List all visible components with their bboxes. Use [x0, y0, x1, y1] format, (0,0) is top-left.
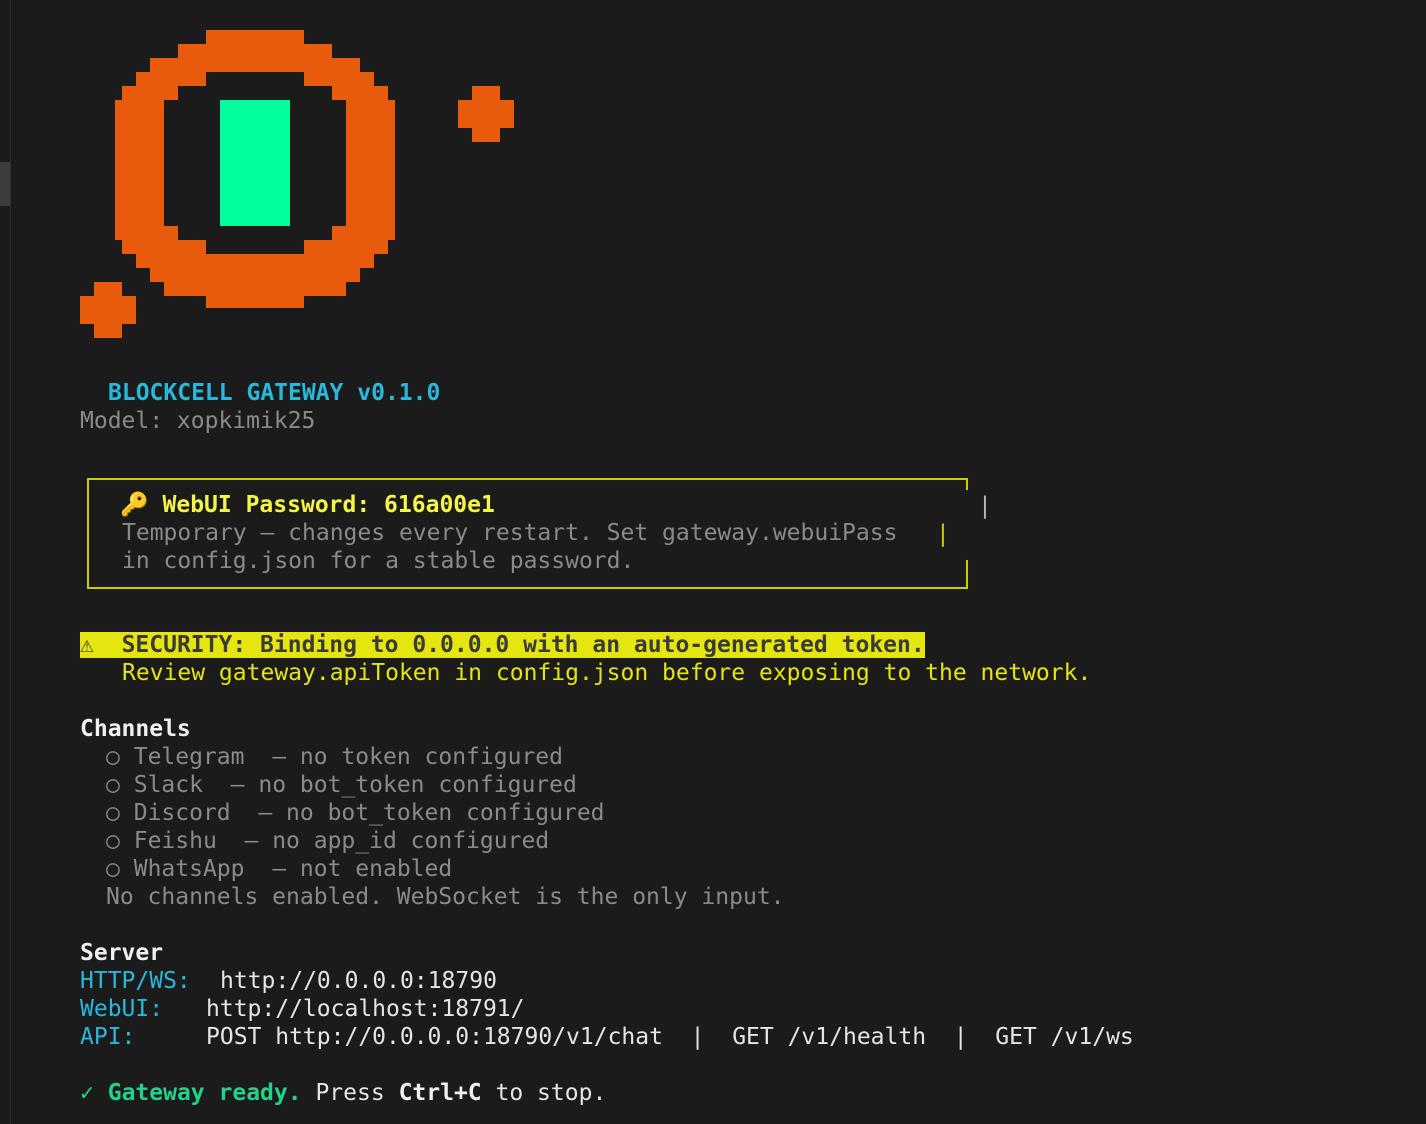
webui-url-link[interactable]: http://localhost:18791/	[206, 995, 525, 1023]
circle-icon: ○	[106, 772, 120, 798]
circle-icon: ○	[106, 856, 120, 882]
api-label: API:	[80, 1024, 136, 1050]
editor-gutter-divider	[10, 0, 11, 1124]
check-icon: ✓	[80, 1080, 94, 1106]
model-line: Model: xopkimik25	[80, 408, 316, 434]
password-note-line2: in config.json for a stable password.	[122, 548, 635, 574]
blockcell-pixel-logo-icon	[80, 30, 514, 338]
channels-note: No channels enabled. WebSocket is the on…	[106, 884, 785, 910]
box-right-fragment: |	[936, 521, 950, 547]
webui-label: WebUI:	[80, 996, 164, 1022]
security-warning: ⚠ SECURITY: Binding to 0.0.0.0 with an a…	[80, 631, 925, 659]
channel-item-discord: ○ Discord — no bot_token configured	[106, 800, 605, 826]
circle-icon: ○	[106, 828, 120, 854]
logo-satellite-top	[458, 86, 514, 142]
password-line: 🔑 WebUI Password: 616a00e1	[120, 491, 495, 519]
http-label: HTTP/WS:	[80, 968, 191, 994]
channels-heading: Channels	[80, 716, 191, 742]
security-headline: SECURITY: Binding to 0.0.0.0 with an aut…	[121, 632, 925, 658]
logo-core	[220, 100, 290, 226]
cursor-bar: |	[978, 493, 992, 519]
channel-item-feishu: ○ Feishu — no app_id configured	[106, 828, 550, 854]
circle-icon: ○	[106, 744, 120, 770]
channel-item-telegram: ○ Telegram — no token configured	[106, 744, 563, 770]
key-icon: 🔑	[120, 492, 149, 518]
security-detail: Review gateway.apiToken in config.json b…	[122, 660, 1092, 686]
ctrl-c-keys: Ctrl+C	[398, 1080, 482, 1106]
password-note-line1: Temporary — changes every restart. Set g…	[122, 520, 898, 546]
box-border-gap	[965, 490, 973, 560]
circle-icon: ○	[106, 800, 120, 826]
gateway-title: BLOCKCELL GATEWAY v0.1.0	[108, 380, 441, 406]
api-endpoints[interactable]: POST http://0.0.0.0:18790/v1/chat | GET …	[206, 1023, 1134, 1051]
warning-icon: ⚠	[80, 632, 122, 658]
logo-satellite-bottom	[80, 282, 136, 338]
http-url-link[interactable]: http://0.0.0.0:18790	[220, 967, 497, 995]
webui-password[interactable]: WebUI Password: 616a00e1	[163, 492, 495, 518]
server-heading: Server	[80, 940, 164, 966]
status-line: ✓ Gateway ready. Press Ctrl+C to stop.	[80, 1080, 607, 1106]
channel-item-whatsapp: ○ WhatsApp — not enabled	[106, 856, 453, 882]
ready-text: Gateway ready.	[107, 1080, 302, 1106]
terminal-window[interactable]: BLOCKCELL GATEWAY v0.1.0 Model: xopkimik…	[0, 0, 1426, 1124]
channel-item-slack: ○ Slack — no bot_token configured	[106, 772, 577, 798]
scroll-marker	[0, 162, 10, 206]
